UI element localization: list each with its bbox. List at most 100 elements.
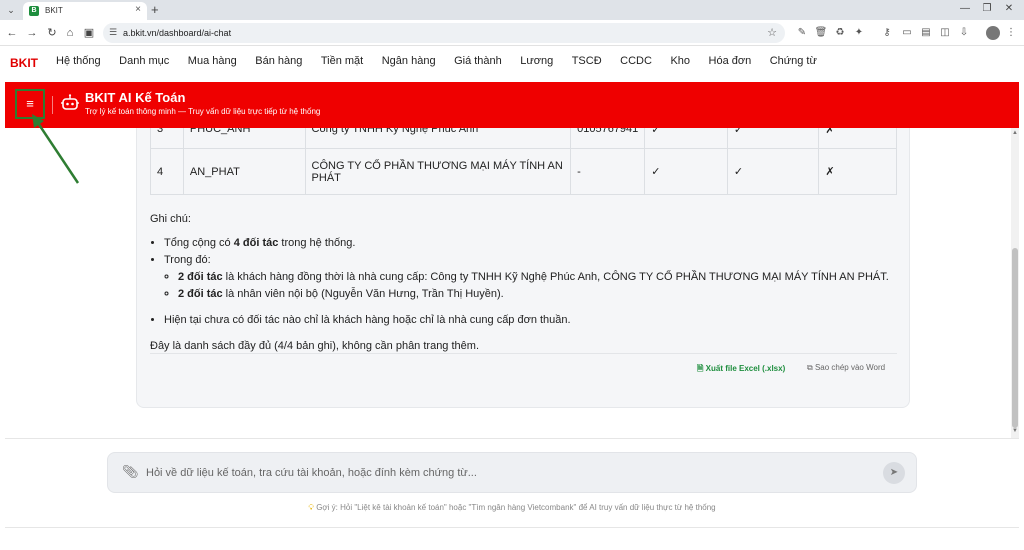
menu-item-mua-hang[interactable]: Mua hàng [188,55,237,67]
key-icon[interactable]: ⚷ [880,26,894,40]
footer-divider [5,527,1019,528]
excel-file-icon: 🗎 [697,364,706,373]
menu-item-tien-mat[interactable]: Tiền mặt [321,55,363,67]
browser-toolbar: ← → ↻ ⌂ ▣ ☰ a.bkit.vn/dashboard/ai-chat … [0,20,1024,46]
cell-cross: ✗ [818,128,897,149]
copy-icon: ⧉ [807,363,815,372]
browser-tab[interactable]: B BKIT × [23,2,147,20]
card-icon[interactable]: ▭ [900,26,914,40]
menu-item-tscd[interactable]: TSCĐ [572,55,602,67]
cell-cross: ✗ [818,148,897,195]
profile-avatar[interactable] [986,26,1000,40]
chat-messages[interactable]: 3 PHUC_ANH Công ty TNHH Kỹ Nghệ Phúc Anh… [5,128,1009,438]
table-row: 3 PHUC_ANH Công ty TNHH Kỹ Nghệ Phúc Anh… [150,128,897,149]
attach-paperclip-icon[interactable]: 📎︎ [122,464,139,480]
total-suffix: trong hệ thống. [278,237,356,249]
close-window-icon[interactable]: ✕ [1001,3,1017,14]
page-subtitle: Trợ lý kế toán thông minh — Truy vấn dữ … [85,107,321,116]
table-row: 4 AN_PHAT CÔNG TY CỔ PHẦN THƯƠNG MẠI MÁY… [150,148,897,195]
scroll-up-icon[interactable]: ▲ [1011,130,1019,136]
assistant-message-card: 3 PHUC_ANH Công ty TNHH Kỹ Nghệ Phúc Anh… [136,128,910,408]
notes-section: Ghi chú: Tổng cộng có 4 đối tác trong hệ… [150,213,890,352]
cell-tax: 0105767941 [570,128,646,149]
restore-icon[interactable]: ❐ [979,3,995,14]
menu-item-he-thong[interactable]: Hệ thống [56,55,101,67]
tab-title: BKIT [45,6,63,15]
tab-search-icon[interactable]: ⌄ [4,3,18,17]
chat-scrollbar[interactable]: ▲ ▼ [1011,128,1019,438]
brand-logo[interactable]: BKIT [10,56,38,70]
app-top-menu: BKIT Hệ thống Danh mục Mua hàng Bán hàng… [0,46,1024,82]
copy-word-label: Sao chép vào Word [814,363,886,372]
bookmark-star-icon[interactable]: ☆ [767,26,777,39]
sub-list: 2 đối tác là khách hàng đồng thời là nhà… [178,269,890,303]
pen-extension-icon[interactable]: ✎ [795,26,809,40]
close-tab-icon[interactable]: × [135,4,141,15]
export-excel-label: Xuất file Excel (.xlsx) [705,364,786,373]
list-item: Hiện tại chưa có đối tác nào chỉ là khác… [164,312,890,329]
scroll-thumb[interactable] [1012,248,1018,428]
list-item: 2 đối tác là nhân viên nội bộ (Nguyễn Vă… [178,286,890,303]
chat-composer: 📎︎ ➤ [107,452,917,493]
actions-divider [150,353,897,354]
robot-icon [61,94,79,110]
new-tab-icon[interactable]: + [151,2,159,17]
copy-word-button[interactable]: ⧉ Sao chép vào Word [807,363,885,373]
export-excel-button[interactable]: 🗎 Xuất file Excel (.xlsx) [697,363,785,377]
send-button[interactable]: ➤ [883,462,905,484]
scroll-down-icon[interactable]: ▼ [1011,428,1019,434]
notes-list: Tổng cộng có 4 đối tác trong hệ thống. T… [164,235,890,329]
menu-item-ngan-hang[interactable]: Ngân hàng [382,55,436,67]
sidebar-icon[interactable]: ▤ [919,26,933,40]
ai-chat-header: ≡ BKIT AI Kế Toán Trợ lý kế toán thông m… [5,82,1019,128]
composer-divider [5,438,1019,439]
cell-code: AN_PHAT [182,148,306,195]
address-bar[interactable]: ☰ a.bkit.vn/dashboard/ai-chat ☆ [103,23,785,43]
notes-label: Ghi chú: [150,213,191,225]
menu-item-ban-hang[interactable]: Bán hàng [255,55,302,67]
minimize-icon[interactable]: — [957,3,973,14]
hamburger-menu-button[interactable]: ≡ [15,89,45,119]
send-icon: ➤ [889,467,899,478]
reading-list-icon[interactable]: ▣ [81,25,97,41]
split-view-icon[interactable]: ◫ [938,26,952,40]
browser-tab-bar: ⌄ B BKIT × + — ❐ ✕ [0,0,1024,20]
trash-extension-icon[interactable]: 🗑 [814,26,828,40]
cell-code: PHUC_ANH [182,128,306,149]
message-actions: 🗎 Xuất file Excel (.xlsx) ⧉ Sao chép vào… [697,363,897,379]
cell-check: ✓ [644,148,728,195]
sub2-count: 2 đối tác [178,288,223,300]
menu-item-danh-muc[interactable]: Danh mục [119,55,169,67]
menu-item-gia-thanh[interactable]: Giá thành [454,55,502,67]
recycle-extension-icon[interactable]: ♻ [833,26,847,40]
menu-item-kho[interactable]: Kho [670,55,690,67]
cell-check: ✓ [726,148,820,195]
sub1-text: là khách hàng đồng thời là nhà cung cấp:… [222,271,889,283]
home-icon[interactable]: ⌂ [62,25,78,41]
summary-text: Đây là danh sách đầy đủ (4/4 bản ghi), k… [150,340,479,352]
cell-check: ✓ [644,128,728,149]
total-prefix: Tổng cộng có [164,237,234,249]
menu-item-hoa-don[interactable]: Hóa đơn [709,55,752,67]
partners-table: 3 PHUC_ANH Công ty TNHH Kỹ Nghệ Phúc Anh… [150,128,897,195]
browser-menu-icon[interactable]: ⋮ [1004,26,1018,40]
menu-item-luong[interactable]: Lương [520,55,553,67]
chat-input[interactable] [146,464,866,482]
downloads-icon[interactable]: ⇩ [957,26,971,40]
sub2-text: là nhân viên nội bộ (Nguyễn Văn Hưng, Tr… [222,288,504,300]
site-info-icon[interactable]: ☰ [109,27,117,38]
puzzle-extension-icon[interactable]: ✦ [852,26,866,40]
cell-no: 4 [150,148,184,195]
menu-item-ccdc[interactable]: CCDC [620,55,652,67]
menu-item-chung-tu[interactable]: Chứng từ [770,55,817,67]
url-text: a.bkit.vn/dashboard/ai-chat [123,28,232,38]
list-item: Tổng cộng có 4 đối tác trong hệ thống. [164,235,890,252]
list-item: Trong đó: 2 đối tác là khách hàng đồng t… [164,252,890,303]
cell-check: ✓ [726,128,820,149]
page-title: BKIT AI Kế Toán [85,90,186,105]
back-icon[interactable]: ← [4,25,20,41]
main-menu: Hệ thống Danh mục Mua hàng Bán hàng Tiền… [56,55,835,67]
reload-icon[interactable]: ↻ [44,25,60,41]
cell-name: Công ty TNHH Kỹ Nghệ Phúc Anh [304,128,572,149]
forward-icon[interactable]: → [24,25,40,41]
